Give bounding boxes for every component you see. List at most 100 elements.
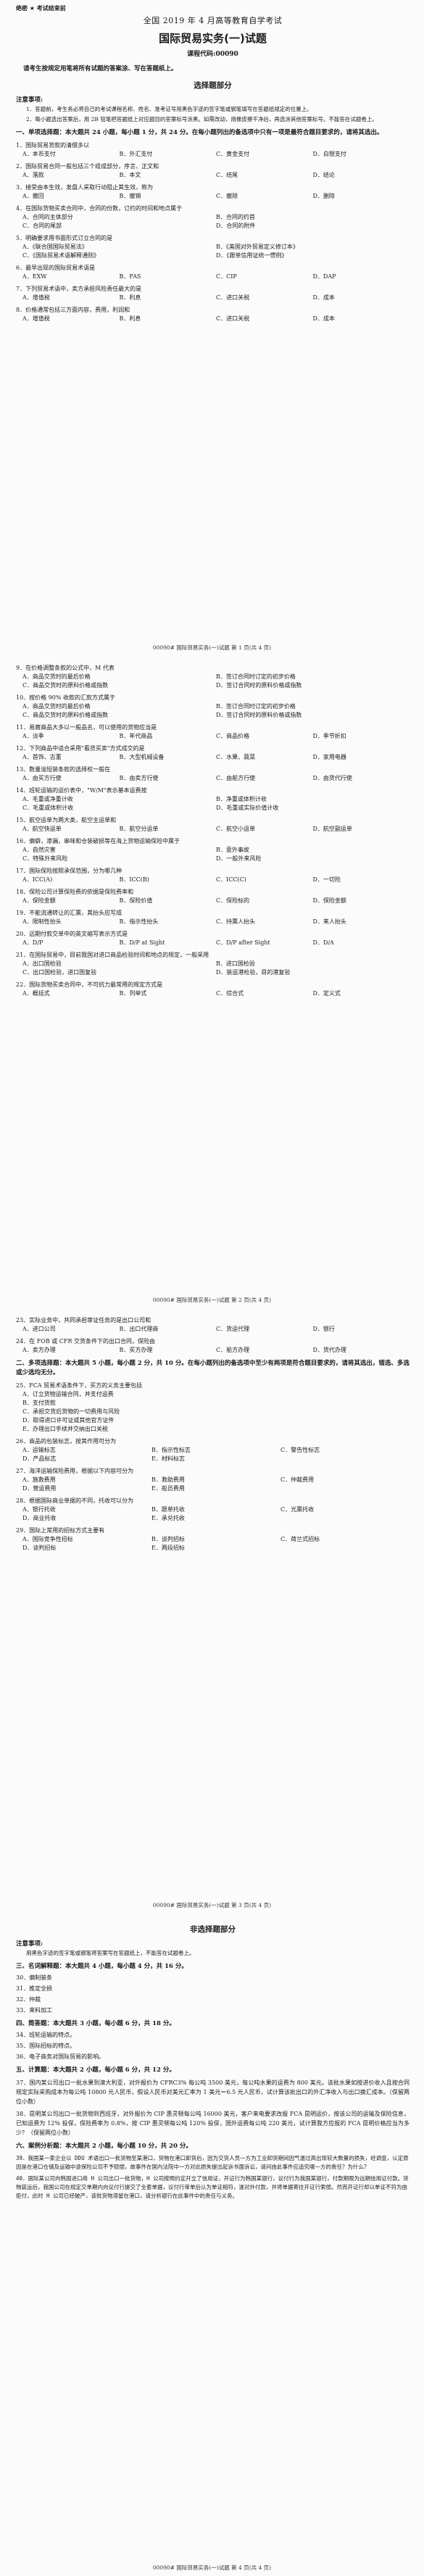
question-list-page1: 1．国际贸易货款的清偿多以 A．本币支付 B．外汇支付 C．黄金支付 D．白银支付 2．国… (16, 141, 410, 323)
short-answer-item: 36．电子商务对国际贸易的影响。 (16, 2053, 105, 2060)
part1-title: 一、单项选择题：本大题共 24 小题，每小题 1 分，共 24 分。在每小题列出… (16, 129, 383, 136)
answer-option: A．自然灾害 (22, 847, 56, 853)
answer-option: D．D/A (312, 939, 334, 946)
calculation-item: 38．昆明某公司出口一批货物到西班牙，对外报价为 CIP 惠灵顿每公吨 1600… (16, 2111, 410, 2136)
answer-option: E．两段招标 (151, 1545, 185, 1551)
question-stem: 29．国际上常用的招标方式主要有 (16, 1527, 105, 1534)
option-group: A．淡季 B．年代商品 C．商品价格 D．季节折扣 (16, 732, 410, 741)
answer-option: B．指示性标志 (151, 1447, 191, 1453)
question-stem: 11．易腐商品大多以一般品名，可以使用的货物应当是 (16, 724, 157, 731)
question-stem: 15．航空运单为两大类，航空主运单和 (16, 817, 117, 823)
case-item: 39．我国某一家企业以 DDU 术语出口一批货物至某港口，货物在港口卸货后，因为… (16, 2155, 409, 2170)
option-group: A．航空快运单 B．航空分运单 C．航空小运单 D．航空副运单 (16, 825, 410, 834)
answer-option: B．ICC(B) (119, 876, 149, 883)
answer-option: C．仲裁费用 (280, 1476, 315, 1483)
answer-option: C．货运代理 (216, 1326, 250, 1332)
page-2: 9．在价格调整条款的公式中，M 代表 A．商品交货时的最后价格 B．签订合同时订定的… (0, 656, 424, 1308)
answer-option: D．白银支付 (312, 151, 346, 157)
question-stem: 14．班轮运输的运价表中，"W/M"表示基本运费按 (16, 787, 147, 794)
answer-option: D．季节折扣 (312, 733, 346, 739)
answer-option: A．进口公司 (22, 1326, 56, 1332)
answer-option: C．特殊外来风险 (22, 855, 68, 862)
choice-section-title: 选择题部分 (194, 81, 232, 90)
question-list-page3: 23．实际业务中，共同承担审证任务的是出口公司和 A．进口公司 B．出口代理商 C．货… (16, 1316, 410, 1355)
page-footer: 00090# 国际贸易实务(一)试题 第 4 页(共 4 页) (152, 2564, 272, 2571)
attention-title-2: 注意事项: (16, 1940, 43, 1948)
option-group: A．施救费用 B．救助费用 C．仲裁费用 D．营运费用 E．船员费用 (16, 1476, 410, 1493)
answer-option: A．本币支付 (22, 151, 56, 157)
option-group: A．商品交货时的最后价格 B．签订合同时订定的初步价格 C．商品交货时的原料价格或指… (16, 702, 410, 720)
part2-title: 二、多项选择题：本大题共 5 小题，每小题 2 分，共 10 分。在每小题列出的… (16, 1360, 410, 1376)
answer-option: A．D/P (22, 939, 43, 946)
answer-option: A．落款 (22, 172, 44, 178)
attention-item: 2．每小题选出答案后，用 2B 铅笔把答题纸上对应题目的答案标号涂黑。如需改动，… (26, 116, 378, 122)
answer-option: A．商品交货时的最后价格 (22, 703, 91, 710)
short-answer-item: 34．班轮运输的特点。 (16, 2032, 76, 2038)
answer-option: C．持票人抬头 (216, 918, 256, 925)
answer-option: D．一般外来风险 (216, 855, 262, 862)
attention-item: 1．答题前，考生务必将自己的考试课程名称、姓名、准考证号用黑色字迹的签字笔或钢笔… (26, 106, 312, 112)
answer-option: B．指示性抬头 (119, 918, 159, 925)
answer-option: A．卖方办理 (22, 1347, 56, 1353)
answer-option: A．出口国检验 (22, 960, 62, 967)
attention-title: 注意事项: (16, 96, 43, 104)
answer-option: A．合同的主体部分 (22, 214, 73, 220)
option-group: A．国际竞争性招标 B．谈判招标 C．荷兰式招标 D．谈判招标 E．两段招标 (16, 1535, 410, 1553)
option-group: A．《联合国国际贸易法》 B．《美国对外贸易定义修订本》 C．《国际贸易术语解释通则… (16, 243, 410, 260)
question-stem: 28．根据国际商业单据的不同，托收可以分为 (16, 1497, 134, 1504)
answer-option: B．列举式 (119, 990, 147, 997)
option-group: A．进口公司 B．出口代理商 C．货运代理 D．银行 (16, 1325, 410, 1334)
answer-option: A．ICC(A) (22, 876, 53, 883)
short-answer-item: 35．国际招标的特点。 (16, 2043, 76, 2049)
question-stem: 25．FCA 贸易术语条件下，买方的义务主要包括 (16, 1382, 143, 1389)
answer-option: D．成本 (312, 315, 335, 322)
answer-option: D．《跟单信用证统一惯例》 (216, 252, 288, 259)
question-stem: 4．在国际货物买卖合同中，合同的份数，订约的时间和地点属于 (16, 205, 183, 212)
answer-option: D．家用电器 (312, 754, 346, 760)
answer-option: C．黄金支付 (216, 151, 250, 157)
option-group: A．ICC(A) B．ICC(B) C．ICC(C) D．一切险 (16, 876, 410, 884)
answer-option: C．由船方行使 (216, 775, 256, 781)
option-group: A．自然灾害 B．意外事故 C．特殊外来风险 D．一般外来风险 (16, 846, 410, 863)
exam-title: 全国 2019 年 4 月高等教育自学考试 (143, 16, 283, 25)
answer-option: B．合同的约首 (216, 214, 255, 220)
option-group: A．落款 B．本文 C．结尾 D．结论 (16, 171, 410, 180)
option-group: A．商品交货时的最后价格 B．签订合同时订定的初步价格 C．商品交货时的原料价格或指… (16, 673, 410, 690)
question-stem: 19．不能流通转让的汇票，其抬头应写成 (16, 910, 122, 916)
answer-option: D．来人抬头 (312, 918, 346, 925)
question-stem: 12．下列商品中适合采用"看货买卖"方式成交的是 (16, 745, 145, 752)
page-1: 绝密 ★ 考试结束前 全国 2019 年 4 月高等教育自学考试 国际贸易实务(… (0, 0, 424, 656)
confidential-label: 绝密 ★ 考试结束前 (16, 5, 66, 12)
question-stem: 7．下列贸易术语中，卖方承担风险责任最大的是 (16, 286, 142, 292)
question-list-page2: 9．在价格调整条款的公式中，M 代表 A．商品交货时的最后价格 B．签订合同时订定的… (16, 664, 410, 998)
answer-option: D．毛重或实际价值计收 (216, 805, 279, 811)
answer-option: D．取得进口许可证或其他官方证件 (22, 1417, 115, 1424)
attention-item-2: 用黑色字迹的签字笔或钢笔将答案写在答题纸上，不能答在试题卷上。 (26, 1950, 195, 1956)
answer-option: E．办理出口手续并交纳出口关税 (22, 1426, 108, 1432)
answer-option: B．外汇支付 (119, 151, 153, 157)
answer-option: B．D/P at Sight (119, 939, 165, 946)
question-stem: 9．在价格调整条款的公式中，M 代表 (16, 665, 115, 671)
answer-option: B．跟单托收 (151, 1506, 185, 1513)
option-group: A．限制性抬头 B．指示性抬头 C．持票人抬头 D．来人抬头 (16, 918, 410, 926)
calculation-item: 37．国内某公司出口一批水果到澳大利亚，对外报价为 CFRC3% 每公吨 350… (16, 2080, 410, 2105)
answer-option: B．本文 (119, 172, 141, 178)
answer-option: C．ICC(C) (216, 876, 246, 883)
question-stem: 22．国际货物买卖合同中，不可抗力最常用的规定方式是 (16, 981, 163, 988)
answer-option: C．船方办理 (216, 1347, 250, 1353)
answer-option: A．首饰、古董 (22, 754, 62, 760)
answer-option: A．增值税 (22, 294, 50, 301)
answer-option: A．限制性抬头 (22, 918, 62, 925)
answer-option: D．由货代行使 (312, 775, 352, 781)
option-group: A．运输标志 B．指示性标志 C．警告性标志 D．产品标志 E．材料标志 (16, 1446, 410, 1463)
answer-option: E．材料标志 (151, 1455, 185, 1462)
answer-option: D．成本 (312, 294, 335, 301)
answer-option: A．增值税 (22, 315, 50, 322)
option-group: A．卖方办理 B．买方办理 C．船方办理 D．货代办理 (16, 1346, 410, 1355)
answer-option: C．合同的尾部 (22, 223, 62, 229)
answer-option: C．撤除 (216, 193, 238, 199)
answer-option: D．商业托收 (22, 1515, 57, 1521)
answer-option: B．净重或体积计收 (216, 796, 267, 802)
answer-option: B．《美国对外贸易定义修订本》 (216, 244, 299, 250)
answer-option: C．水果、蔬菜 (216, 754, 256, 760)
